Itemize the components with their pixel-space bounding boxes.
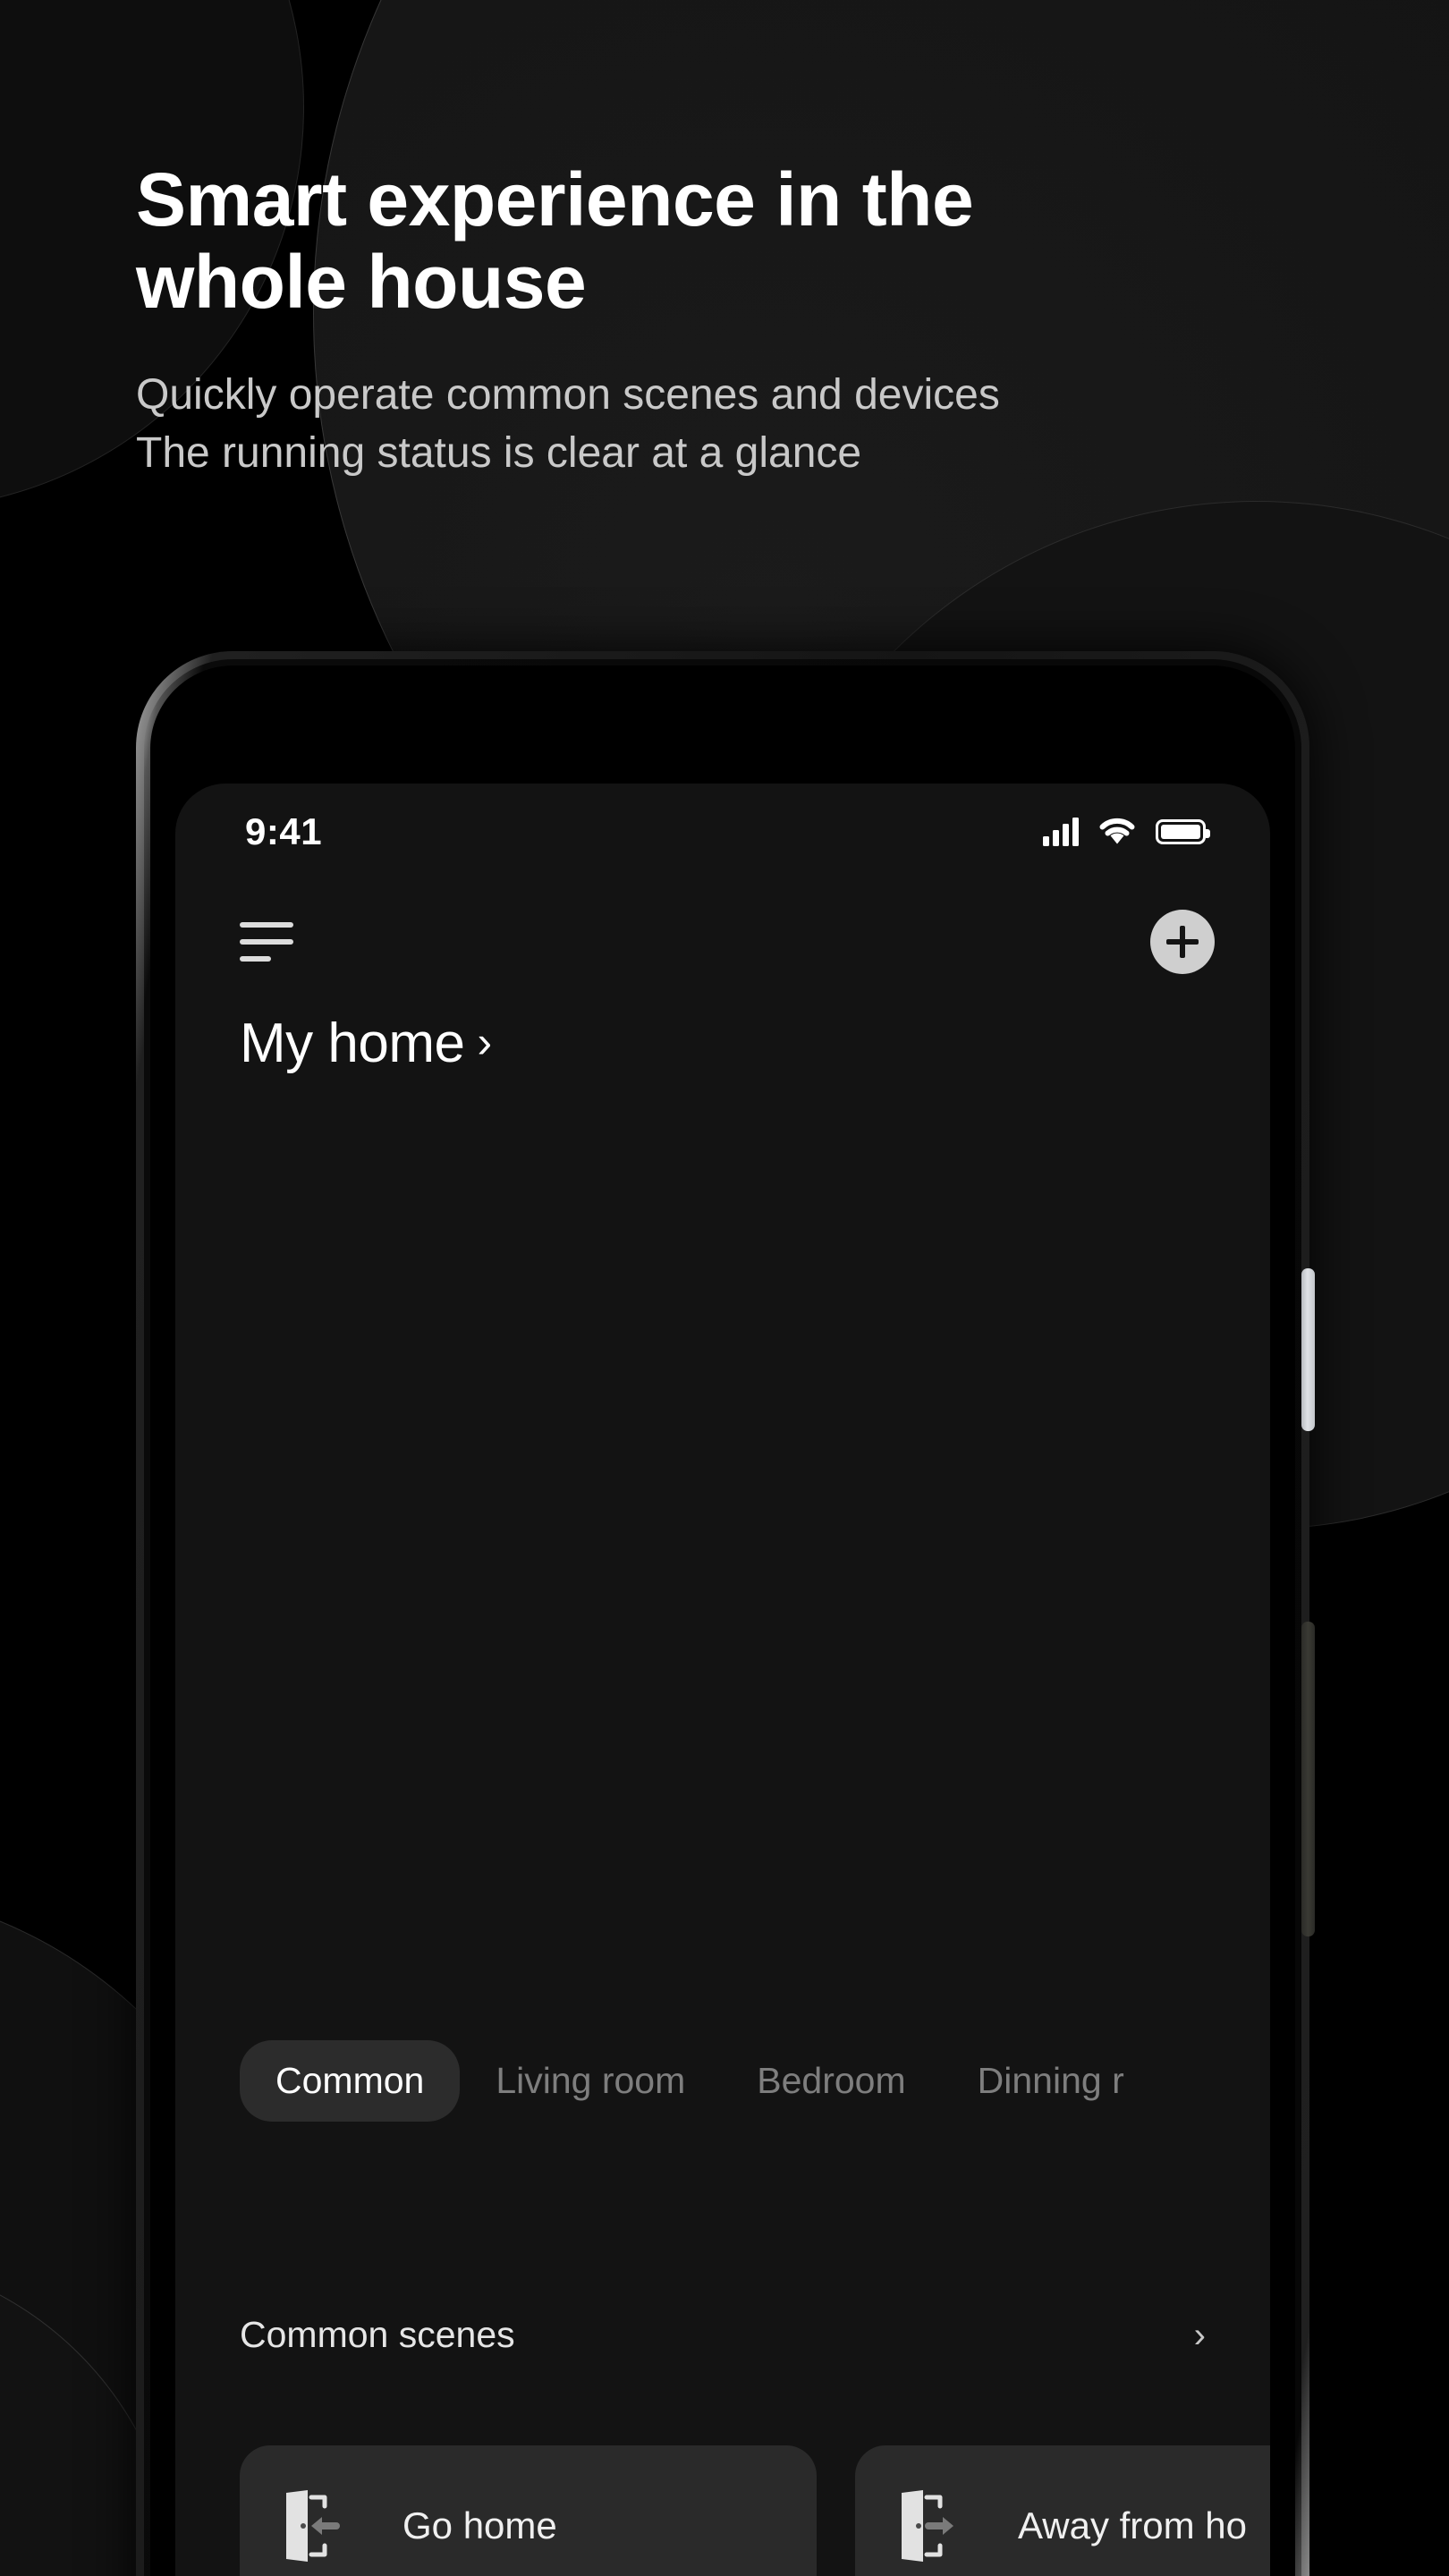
- page-title: My home: [240, 1013, 465, 1074]
- door-enter-icon: [284, 2489, 354, 2563]
- volume-button[interactable]: [1301, 1268, 1315, 1431]
- chevron-right-icon: ›: [1193, 2315, 1206, 2355]
- tab-dinning-room[interactable]: Dinning r: [942, 2040, 1160, 2122]
- scene-card-away-from-home[interactable]: Away from ho: [855, 2445, 1270, 2576]
- phone-screen: 9:41 My home › Common Living room Bedroo…: [175, 784, 1270, 2576]
- signal-bars-icon: [1043, 818, 1079, 846]
- common-scenes-list: Go home Away from ho: [240, 2445, 1270, 2576]
- room-tab-bar[interactable]: Common Living room Bedroom Dinning r: [175, 2040, 1270, 2122]
- app-nav-bar: [175, 893, 1270, 991]
- scene-label: Away from ho: [1018, 2504, 1247, 2546]
- phone-mockup: 9:41 My home › Common Living room Bedroo…: [136, 651, 1315, 2576]
- home-selector[interactable]: My home ›: [240, 1012, 492, 1075]
- status-icons: [1043, 818, 1210, 846]
- add-device-button[interactable]: [1150, 910, 1215, 974]
- status-bar: 9:41: [175, 784, 1270, 880]
- chevron-right-icon: ›: [477, 1016, 493, 1067]
- common-scenes-header[interactable]: Common scenes ›: [240, 2314, 1206, 2356]
- headline: Smart experience in the whole house: [136, 157, 974, 324]
- power-button[interactable]: [1301, 1622, 1315, 1936]
- common-scenes-title: Common scenes: [240, 2314, 515, 2355]
- status-time: 9:41: [245, 810, 323, 852]
- subheadline: Quickly operate common scenes and device…: [136, 371, 1000, 478]
- plus-icon-vertical: [1180, 926, 1185, 958]
- door-exit-icon: [900, 2489, 970, 2563]
- tab-common[interactable]: Common: [240, 2040, 461, 2122]
- scene-label: Go home: [402, 2504, 557, 2546]
- battery-full-icon: [1156, 819, 1210, 844]
- tab-living-room[interactable]: Living room: [460, 2040, 721, 2122]
- tab-bedroom[interactable]: Bedroom: [721, 2040, 941, 2122]
- wifi-icon: [1099, 818, 1135, 844]
- hamburger-menu-icon[interactable]: [240, 922, 299, 962]
- page-root: Smart experience in the whole house Quic…: [0, 0, 1449, 2576]
- marketing-copy: Smart experience in the whole house Quic…: [136, 157, 1209, 483]
- scene-card-go-home[interactable]: Go home: [240, 2445, 817, 2576]
